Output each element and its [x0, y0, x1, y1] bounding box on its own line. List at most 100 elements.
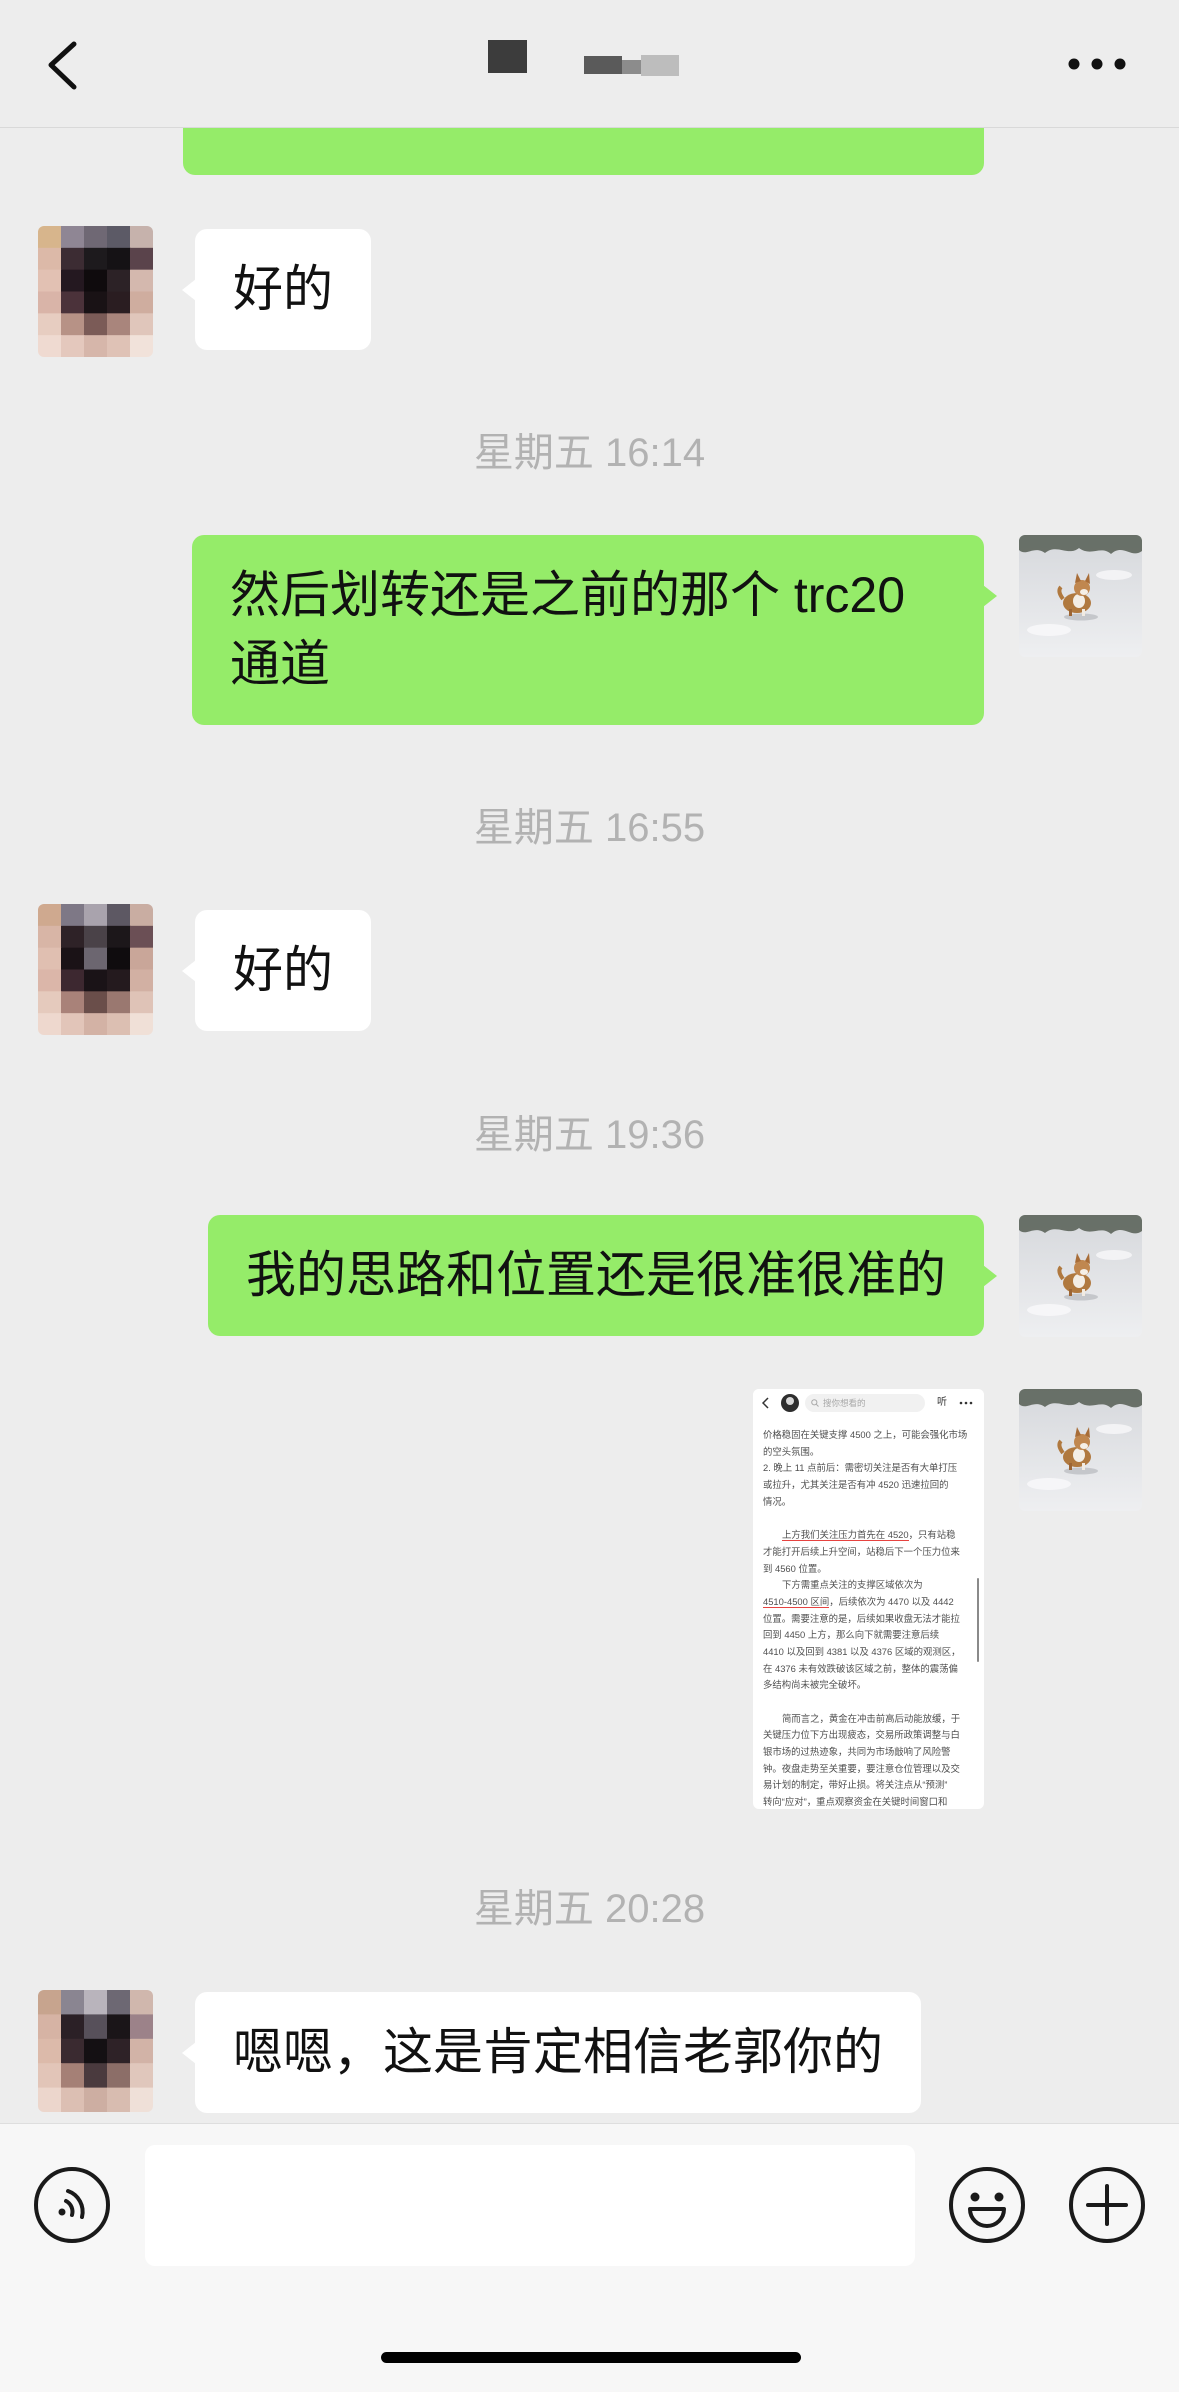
- mosaic-cell: [107, 2014, 131, 2040]
- mosaic-cell: [61, 925, 85, 949]
- message-text: 然后划转还是之前的那个 trc20 通道: [230, 567, 906, 692]
- mosaic-cell: [107, 2038, 131, 2064]
- avatar-photo: [1019, 1215, 1142, 1337]
- contact-avatar[interactable]: [38, 904, 153, 1035]
- back-button[interactable]: [30, 30, 100, 100]
- mosaic-cell: [130, 1990, 153, 2015]
- message-input[interactable]: [145, 2145, 915, 2266]
- redacted-block: [584, 56, 622, 74]
- image-text-line: 银市场的过热迹象，共同为市场敲响了风险警: [763, 1746, 951, 1758]
- mosaic-cell: [84, 904, 108, 927]
- message-bubble-sent[interactable]: 然后划转还是之前的那个 trc20 通道: [192, 535, 997, 725]
- message-bubble-received[interactable]: 嗯嗯，这是肯定相信老郭你的: [182, 1992, 921, 2113]
- my-avatar[interactable]: [1019, 1389, 1142, 1511]
- my-avatar[interactable]: [1019, 1215, 1142, 1337]
- image-text-line: 4410 以及回到 4381 以及 4376 区域的观测区，: [763, 1645, 961, 1657]
- mosaic-cell: [84, 247, 108, 271]
- mosaic-cell: [84, 1013, 108, 1035]
- mosaic-cell: [84, 2014, 108, 2040]
- listen-label: 听: [937, 1397, 947, 1408]
- message-text: 嗯嗯，这是肯定相信老郭你的: [233, 2024, 883, 2080]
- image-text-line: 2. 晚上 11 点前后：需密切关注是否有大单打压: [763, 1462, 958, 1474]
- mosaic-cell: [107, 947, 131, 971]
- mosaic-cell: [130, 925, 153, 949]
- chevron-left-icon: [761, 1397, 769, 1409]
- contact-avatar[interactable]: [38, 226, 153, 357]
- voice-icon: [34, 2167, 110, 2243]
- emoji-icon: [949, 2167, 1025, 2243]
- mosaic-cell: [38, 1990, 62, 2015]
- mosaic-cell: [84, 991, 108, 1014]
- mosaic-cell: [38, 969, 62, 992]
- message-timestamp: 星期五 16:55: [473, 806, 706, 850]
- my-avatar[interactable]: [1019, 535, 1142, 657]
- plus-button[interactable]: [1067, 2165, 1147, 2245]
- message-timestamp: 星期五 20:28: [473, 1887, 706, 1931]
- mosaic-cell: [84, 2063, 108, 2089]
- emoji-button[interactable]: [947, 2165, 1027, 2245]
- image-text-line: 回到 4450 上方，那么向下就需要注意后续: [763, 1629, 940, 1641]
- image-text-line: 或拉升，尤其关注是否有冲 4520 迅速拉回的: [763, 1479, 949, 1491]
- image-text-line: 转向“应对”，重点观察资金在关键时间窗口和: [763, 1796, 948, 1808]
- mosaic-cell: [130, 291, 153, 314]
- more-button[interactable]: [1052, 40, 1142, 88]
- mosaic-cell: [38, 247, 62, 271]
- mosaic-cell: [107, 2087, 131, 2112]
- mosaic-cell: [38, 335, 62, 357]
- mosaic-cell: [130, 2063, 153, 2089]
- image-text-line: 位置。需要注意的是，后续如果收盘无法才能拉: [763, 1612, 960, 1624]
- message-text: 好的: [233, 942, 333, 998]
- mosaic-cell: [38, 2087, 62, 2112]
- redacted-block: [622, 60, 641, 74]
- image-text-line: 上方我们关注压力首先在 4520，只有站稳: [782, 1529, 956, 1542]
- mosaic-cell: [130, 991, 153, 1014]
- mosaic-cell: [84, 291, 108, 314]
- mosaic-cell: [130, 2087, 153, 2112]
- image-nav-bar: 搜你想看的 听: [753, 1389, 984, 1417]
- mosaic-cell: [61, 1013, 85, 1035]
- search-icon: [811, 1399, 819, 1407]
- mosaic-cell: [84, 226, 108, 249]
- mosaic-cell: [84, 969, 108, 992]
- redacted-block: [641, 55, 679, 76]
- mosaic-cell: [61, 1990, 85, 2015]
- mosaic-cell: [84, 2038, 108, 2064]
- message-bubble-received[interactable]: 好的: [182, 910, 371, 1031]
- image-text-line: 关键压力位下方出现疲态，交易所政策调整与白: [763, 1729, 960, 1741]
- contact-avatar[interactable]: [38, 1990, 153, 2112]
- avatar-photo: [1019, 535, 1142, 657]
- image-text-line: 简而言之，黄金在冲击前高后动能放缓，于: [782, 1712, 961, 1724]
- mosaic-cell: [84, 313, 108, 336]
- message-text: 我的思路和位置还是很准很准的: [246, 1247, 946, 1303]
- message-bubble-received[interactable]: 好的: [182, 229, 371, 350]
- more-dots-icon: [959, 1401, 973, 1405]
- mosaic-cell: [38, 2038, 62, 2064]
- message-bubble-sent[interactable]: 我的思路和位置还是很准很准的: [208, 1215, 997, 1336]
- mosaic-cell: [38, 2014, 62, 2040]
- mosaic-cell: [130, 904, 153, 927]
- voice-button[interactable]: [32, 2165, 112, 2245]
- mosaic-cell: [107, 904, 131, 927]
- mosaic-cell: [84, 335, 108, 357]
- image-message[interactable]: 搜你想看的 听 价格稳固在关键支撑 4500 之上，可能会强化市场 的空头氛围。 2…: [753, 1389, 984, 1809]
- image-text-line: 情况。: [763, 1495, 792, 1507]
- image-text-line: 钟。夜盘走势至关重要，要注意仓位管理以及交: [763, 1762, 960, 1774]
- image-text-line: 在 4376 未有效跌破该区域之前，整体的震荡偏: [763, 1662, 958, 1674]
- mosaic-cell: [84, 2087, 108, 2112]
- mosaic-cell: [61, 335, 85, 357]
- avatar-photo: [1019, 1389, 1142, 1511]
- image-text-line: 才能打开后续上升空间，站稳后下一个压力位来: [763, 1545, 960, 1557]
- avatar-mosaic-image: [38, 904, 153, 1035]
- mosaic-cell: [107, 969, 131, 992]
- image-text-line: 价格稳固在关键支撑 4500 之上，可能会强化市场: [763, 1429, 968, 1440]
- more-dots-icon: [1068, 58, 1126, 70]
- mosaic-cell: [38, 1013, 62, 1035]
- mosaic-cell: [107, 313, 131, 336]
- avatar: [781, 1394, 799, 1412]
- image-text-line: 易计划的制定，带好止损。将关注点从“预测”: [763, 1779, 948, 1791]
- mosaic-cell: [107, 991, 131, 1014]
- image-text-underlined: 上方我们关注压力首先在 4520: [782, 1529, 909, 1542]
- message-timestamp: 星期五 16:14: [473, 431, 706, 475]
- mosaic-cell: [84, 925, 108, 949]
- mosaic-cell: [38, 925, 62, 949]
